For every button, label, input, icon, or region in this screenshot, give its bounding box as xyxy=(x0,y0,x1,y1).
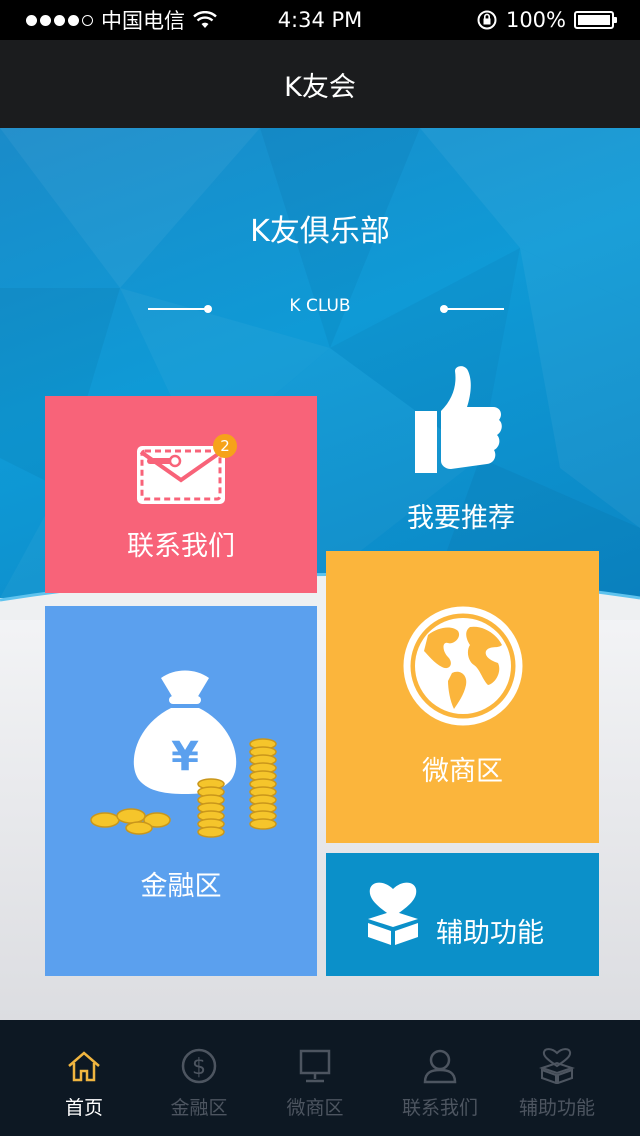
dollar-icon: $ xyxy=(181,1048,217,1084)
club-subtitle: K CLUB xyxy=(289,296,351,316)
tile-finance[interactable]: ¥ 金融区 xyxy=(45,606,317,976)
tab-home[interactable]: 首页 xyxy=(24,1020,144,1136)
tile-recommend[interactable]: 我要推荐 xyxy=(325,360,597,545)
thumbs-up-icon xyxy=(415,366,502,473)
globe-icon xyxy=(403,606,523,726)
tab-label: 金融区 xyxy=(170,1097,228,1119)
tab-label: 微商区 xyxy=(286,1097,344,1119)
user-icon xyxy=(423,1049,457,1084)
decorative-line-right xyxy=(440,305,504,313)
svg-text:¥: ¥ xyxy=(171,734,199,780)
tab-micro-shop[interactable]: 微商区 xyxy=(255,1020,375,1136)
tile-assist[interactable]: 辅助功能 xyxy=(326,853,599,976)
tab-label: 联系我们 xyxy=(401,1097,478,1119)
status-right: 100% xyxy=(476,0,617,40)
page-title: K友会 xyxy=(284,71,356,103)
mail-icon xyxy=(137,446,225,504)
heart-box-icon xyxy=(539,1048,575,1084)
rotation-lock-icon xyxy=(477,10,497,30)
tab-bar: 首页 $ 金融区 微商区 联系我们 辅助功能 xyxy=(0,1020,640,1136)
money-bag-icon: ¥ xyxy=(90,670,277,838)
monitor-icon xyxy=(299,1049,331,1083)
tab-label: 辅助功能 xyxy=(518,1097,595,1119)
unread-badge: 2 xyxy=(213,434,237,458)
tile-label: 辅助功能 xyxy=(436,918,544,949)
tile-label: 联系我们 xyxy=(127,531,235,562)
tile-label: 金融区 xyxy=(140,871,222,902)
club-title: K友俱乐部 xyxy=(250,214,390,249)
tile-label: 我要推荐 xyxy=(407,503,515,534)
status-bar: 中国电信 4:34 PM 100% xyxy=(0,0,640,40)
tab-contact[interactable]: 联系我们 xyxy=(380,1020,500,1136)
svg-text:$: $ xyxy=(192,1055,206,1080)
tab-label: 首页 xyxy=(64,1097,103,1119)
nav-bar: K友会 xyxy=(0,40,640,128)
battery-percent: 100% xyxy=(505,8,566,32)
tab-finance[interactable]: $ 金融区 xyxy=(139,1020,259,1136)
home-icon xyxy=(68,1051,100,1082)
battery-icon xyxy=(574,11,617,29)
tab-assist[interactable]: 辅助功能 xyxy=(497,1020,617,1136)
tile-label: 微商区 xyxy=(422,756,503,787)
heart-box-icon xyxy=(368,882,418,945)
tile-contact-us[interactable]: 2 联系我们 xyxy=(45,396,317,593)
tile-micro-shop[interactable]: 微商区 xyxy=(326,551,599,843)
